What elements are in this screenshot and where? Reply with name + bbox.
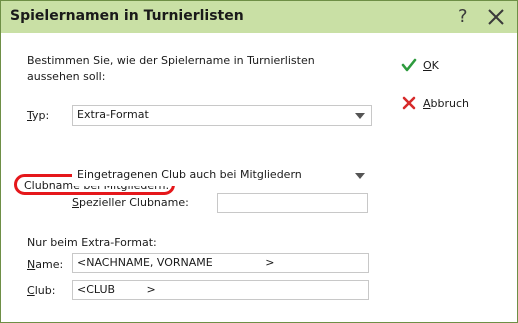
typ-label: Typ: [27, 109, 49, 122]
ok-button-label: OK [423, 59, 439, 72]
cancel-rest: bbruch [430, 96, 470, 110]
club-label-accel: C [27, 284, 35, 297]
cancel-button-label: Abbruch [423, 97, 469, 110]
dialog-body: Bestimmen Sie, wie der Spielername in Tu… [1, 33, 517, 322]
intro-text-line1: Bestimmen Sie, wie der Spielername in Tu… [27, 54, 315, 67]
name-label-rest: ame: [35, 258, 64, 271]
ok-accel: O [423, 58, 432, 72]
close-button[interactable] [483, 5, 509, 29]
name-label: Name: [27, 258, 63, 271]
intro-text-line2: aussehen soll: [27, 70, 106, 83]
chevron-down-icon [355, 113, 365, 119]
spezieller-label-rest: pezieller Clubname: [78, 196, 189, 209]
chevron-down-icon [355, 173, 365, 179]
dialog-window: Spielernamen in Turnierlisten ? Bestimme… [0, 0, 518, 323]
typ-select[interactable]: Extra-Format [72, 105, 372, 126]
extra-format-heading: Nur beim Extra-Format: [27, 236, 157, 249]
spezieller-clubname-input[interactable] [217, 193, 368, 213]
title-bar: Spielernamen in Turnierlisten ? [1, 1, 517, 33]
cancel-button[interactable]: Abbruch [401, 93, 469, 113]
typ-label-rest: yp: [32, 109, 50, 122]
clubname-select[interactable]: Eingetragenen Club auch bei Mitgliedern [72, 165, 372, 186]
spezieller-label: Spezieller Clubname: [72, 196, 189, 209]
cancel-accel: A [423, 96, 431, 110]
checkmark-icon [401, 58, 417, 72]
question-mark-icon: ? [458, 6, 468, 27]
club-label-rest: lub: [34, 284, 56, 297]
window-title: Spielernamen in Turnierlisten [10, 8, 244, 24]
cross-icon [402, 96, 416, 110]
clubname-select-value: Eingetragenen Club auch bei Mitgliedern [77, 168, 302, 181]
name-label-accel: N [27, 258, 36, 271]
club-format-input[interactable]: <CLUB > [72, 280, 369, 300]
ok-button[interactable]: OK [401, 55, 439, 75]
close-icon [488, 9, 504, 25]
club-label: Club: [27, 284, 55, 297]
spezieller-label-accel: S [72, 196, 79, 209]
ok-rest: K [431, 58, 439, 72]
name-format-input[interactable]: <NACHNAME, VORNAME > [72, 253, 369, 273]
help-button[interactable]: ? [451, 5, 477, 29]
typ-select-value: Extra-Format [77, 108, 149, 121]
